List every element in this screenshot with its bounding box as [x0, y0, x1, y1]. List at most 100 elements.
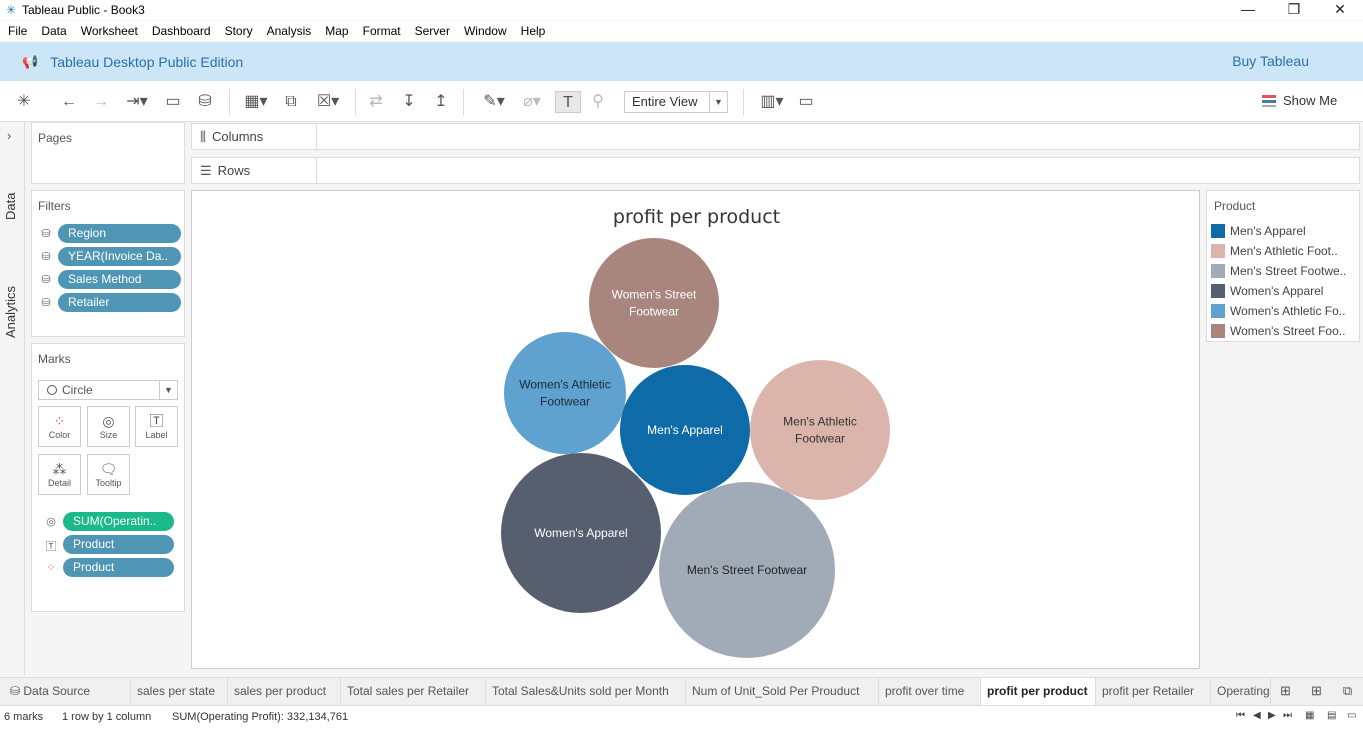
new-data-source-icon[interactable]: ⛁	[194, 91, 216, 113]
legend-item[interactable]: Men's Street Footwe..	[1211, 261, 1357, 281]
maximize-button[interactable]: ❐	[1271, 0, 1317, 20]
tab-profit-per-product[interactable]: profit per product	[981, 678, 1096, 705]
menu-help[interactable]: Help	[521, 24, 546, 38]
detail-button[interactable]: ⁂ Detail	[38, 454, 81, 495]
tableau-home-icon[interactable]: ✳	[13, 91, 35, 113]
label-button[interactable]: 🅃 Label	[135, 406, 178, 447]
tabs-view-icon[interactable]: ▭	[1347, 710, 1356, 721]
filter-pill-year[interactable]: YEAR(Invoice Da..	[58, 247, 181, 266]
color-button[interactable]: ⁘ Color	[38, 406, 81, 447]
filter-pill-sales-method[interactable]: Sales Method	[58, 270, 181, 289]
legend-swatch	[1211, 264, 1225, 278]
undo-icon[interactable]: ←	[58, 91, 80, 113]
minimize-button[interactable]: —	[1225, 0, 1271, 20]
highlight-icon[interactable]: ✎▾	[476, 91, 512, 113]
bubble-label: Footwear	[629, 305, 679, 319]
fix-axes-icon[interactable]: ⚲	[587, 91, 609, 113]
database-icon: ⛁	[41, 274, 51, 286]
menu-map[interactable]: Map	[325, 24, 348, 38]
duplicate-sheet-icon[interactable]: ⧉	[280, 91, 302, 113]
legend-swatch	[1211, 304, 1225, 318]
rows-shelf[interactable]: ☰ Rows	[191, 157, 1360, 184]
new-story-icon[interactable]: ⧉	[1332, 678, 1363, 705]
prev-page-icon[interactable]: ◀	[1253, 710, 1261, 721]
size-field-pill[interactable]: SUM(Operatin..	[63, 512, 174, 531]
status-sum: SUM(Operating Profit): 332,134,761	[172, 711, 349, 723]
menu-dashboard[interactable]: Dashboard	[152, 24, 211, 38]
redo-icon[interactable]: →	[90, 91, 112, 113]
megaphone-icon: 📢	[22, 53, 39, 69]
bubble-label: Footwear	[795, 432, 845, 446]
legend-item[interactable]: Women's Athletic Fo..	[1211, 301, 1357, 321]
sheet-sorter-icon[interactable]: ▦	[1305, 710, 1314, 721]
size-button[interactable]: ◎ Size	[87, 406, 130, 447]
close-button[interactable]: ✕	[1317, 0, 1363, 20]
sort-descending-icon[interactable]: ↥	[430, 91, 452, 113]
tab-num-unit-sold-per-product[interactable]: Num of Unit_Sold Per Prouduct	[686, 678, 879, 705]
legend-item[interactable]: Men's Apparel	[1211, 221, 1357, 241]
bubble-mark[interactable]	[504, 332, 626, 454]
menu-file[interactable]: File	[8, 24, 27, 38]
menu-format[interactable]: Format	[363, 24, 401, 38]
fit-dropdown[interactable]: Entire View ▼	[624, 91, 728, 113]
menu-data[interactable]: Data	[41, 24, 66, 38]
tab-profit-over-time[interactable]: profit over time	[879, 678, 981, 705]
presentation-mode-icon[interactable]: ▭	[795, 91, 817, 113]
menu-window[interactable]: Window	[464, 24, 507, 38]
legend-title: Product	[1214, 199, 1256, 213]
menu-analysis[interactable]: Analysis	[267, 24, 312, 38]
viz-canvas[interactable]: profit per product Women's Street Footwea…	[191, 190, 1200, 669]
last-page-icon[interactable]: ⏭	[1283, 710, 1292, 721]
menu-story[interactable]: Story	[225, 24, 253, 38]
swap-rows-columns-icon[interactable]: ⇄	[365, 91, 387, 113]
next-page-icon[interactable]: ▶	[1268, 710, 1276, 721]
buy-tableau-link[interactable]: Buy Tableau	[1232, 53, 1309, 69]
columns-shelf[interactable]: ⫼ Columns	[191, 123, 1360, 150]
label-field-pill[interactable]: Product	[63, 535, 174, 554]
pages-card[interactable]: Pages	[31, 122, 185, 184]
tooltip-button[interactable]: 🗨 Tooltip	[87, 454, 130, 495]
new-sheet-controls: ⊞ ⊞ ⧉	[1270, 678, 1363, 705]
clear-sheet-icon[interactable]: ☒▾	[310, 91, 346, 113]
toolbar-separator	[229, 89, 230, 115]
menu-server[interactable]: Server	[415, 24, 450, 38]
group-members-icon[interactable]: ⌀▾	[514, 91, 550, 113]
color-field-pill[interactable]: Product	[63, 558, 174, 577]
legend-item[interactable]: Women's Apparel	[1211, 281, 1357, 301]
expand-panel-icon[interactable]: ›	[7, 128, 11, 143]
new-dashboard-icon[interactable]: ⊞	[1301, 678, 1332, 705]
status-bar: 6 marks 1 row by 1 column SUM(Operating …	[0, 705, 1363, 729]
filter-pill-retailer[interactable]: Retailer	[58, 293, 181, 312]
filmstrip-icon[interactable]: ▤	[1327, 710, 1336, 721]
analytics-tab[interactable]: Analytics	[3, 286, 18, 338]
tab-sales-per-state[interactable]: sales per state	[131, 678, 228, 705]
chevron-down-icon: ▼	[159, 381, 177, 399]
status-rows-columns: 1 row by 1 column	[62, 711, 152, 723]
tab-operating[interactable]: Operating	[1211, 678, 1271, 705]
tab-profit-per-retailer[interactable]: profit per Retailer	[1096, 678, 1211, 705]
show-cards-icon[interactable]: ▥▾	[754, 91, 790, 113]
menu-worksheet[interactable]: Worksheet	[81, 24, 138, 38]
replay-animation-icon[interactable]: ⇥▾	[120, 91, 154, 113]
tab-sales-per-product[interactable]: sales per product	[228, 678, 341, 705]
save-icon[interactable]: ▭	[162, 91, 184, 113]
first-page-icon[interactable]: ⏮	[1236, 710, 1245, 721]
show-me-button[interactable]: Show Me	[1262, 93, 1337, 108]
tab-total-sales-units-per-month[interactable]: Total Sales&Units sold per Month	[486, 678, 686, 705]
new-worksheet-icon[interactable]: ⊞	[1270, 678, 1301, 705]
detail-label: Detail	[47, 478, 71, 488]
tab-data-source[interactable]: ⛁ Data Source	[4, 678, 131, 705]
bubble-mark[interactable]	[589, 238, 719, 368]
new-worksheet-icon[interactable]: ▦▾	[238, 91, 274, 113]
bubble-chart[interactable]: Women's Street Footwear Women's Athletic Fo…	[192, 191, 1201, 670]
size-label: Size	[99, 430, 118, 440]
data-tab[interactable]: Data	[3, 193, 18, 220]
legend-item[interactable]: Women's Street Foo..	[1211, 321, 1357, 341]
tab-total-sales-per-retailer[interactable]: Total sales per Retailer	[341, 678, 486, 705]
mark-type-dropdown[interactable]: Circle ▼	[38, 380, 178, 400]
bubble-mark[interactable]	[750, 360, 890, 500]
sort-ascending-icon[interactable]: ↧	[398, 91, 420, 113]
filter-pill-region[interactable]: Region	[58, 224, 181, 243]
legend-item[interactable]: Men's Athletic Foot..	[1211, 241, 1357, 261]
show-mark-labels-icon[interactable]: T	[555, 91, 581, 113]
